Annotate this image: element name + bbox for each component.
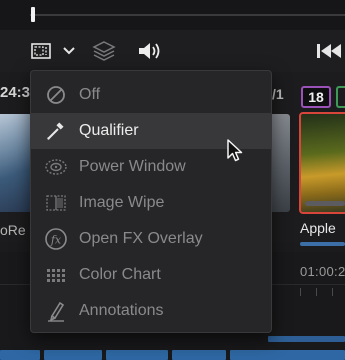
- clip-number-badge: 18: [301, 86, 331, 108]
- timeline-clip[interactable]: [44, 350, 102, 360]
- menu-item-color-chart[interactable]: Color Chart: [31, 257, 271, 293]
- menu-item-annotations[interactable]: Annotations: [31, 293, 271, 329]
- menu-item-label: Off: [79, 86, 101, 103]
- timeline-clip[interactable]: [172, 350, 226, 360]
- timecode: 01:00:2: [300, 264, 345, 279]
- clip-track-indicator: [300, 242, 345, 246]
- chevron-down-icon[interactable]: [62, 46, 76, 56]
- menu-item-image-wipe[interactable]: Image Wipe: [31, 185, 271, 221]
- power-window-icon: [45, 159, 67, 175]
- active-clip-thumbnail[interactable]: [299, 112, 345, 214]
- color-chart-icon: [47, 269, 65, 282]
- image-wipe-icon: [46, 195, 66, 211]
- clip-progress-bar: [305, 201, 345, 206]
- menu-item-label: Power Window: [79, 158, 186, 175]
- view-overlay-icon[interactable]: [30, 42, 58, 62]
- svg-text:fx: fx: [50, 234, 62, 247]
- menu-item-label: Qualifier: [79, 122, 139, 139]
- menu-item-label: Color Chart: [79, 266, 161, 283]
- clip-number-badge: [336, 86, 345, 108]
- fx-icon: fx: [45, 228, 67, 250]
- mouse-cursor-icon: [227, 139, 243, 162]
- clip-number: 24:3: [0, 84, 31, 101]
- menu-item-label: Annotations: [79, 302, 164, 319]
- active-clip-name: Apple: [300, 220, 336, 236]
- timeline-clip[interactable]: [268, 336, 345, 342]
- timeline-clip[interactable]: [0, 350, 40, 360]
- clip-name: oRe: [0, 222, 26, 238]
- menu-item-open-fx-overlay[interactable]: fx Open FX Overlay: [31, 221, 271, 257]
- viewer-scrubber[interactable]: [0, 0, 345, 30]
- timeline-clip[interactable]: [106, 350, 168, 360]
- viewer-toolbar: [0, 30, 345, 72]
- speaker-icon[interactable]: [136, 40, 162, 62]
- annotation-pen-icon: [48, 301, 65, 322]
- scrubber-track[interactable]: [30, 14, 345, 16]
- timeline-clip[interactable]: [230, 350, 345, 360]
- playhead[interactable]: [31, 7, 35, 22]
- overlay-dropdown-menu: Off Qualifier Power Window Image Wipe fx: [30, 70, 272, 333]
- layers-icon[interactable]: [92, 40, 116, 62]
- menu-item-label: Image Wipe: [79, 194, 165, 211]
- clip-number: /1: [272, 86, 284, 102]
- menu-item-label: Open FX Overlay: [79, 230, 203, 247]
- off-circle-icon: [47, 86, 65, 104]
- skip-to-start-icon[interactable]: [313, 42, 345, 60]
- eyedropper-icon: [47, 122, 64, 140]
- menu-item-off[interactable]: Off: [31, 77, 271, 113]
- clip-thumbnail[interactable]: [0, 114, 32, 212]
